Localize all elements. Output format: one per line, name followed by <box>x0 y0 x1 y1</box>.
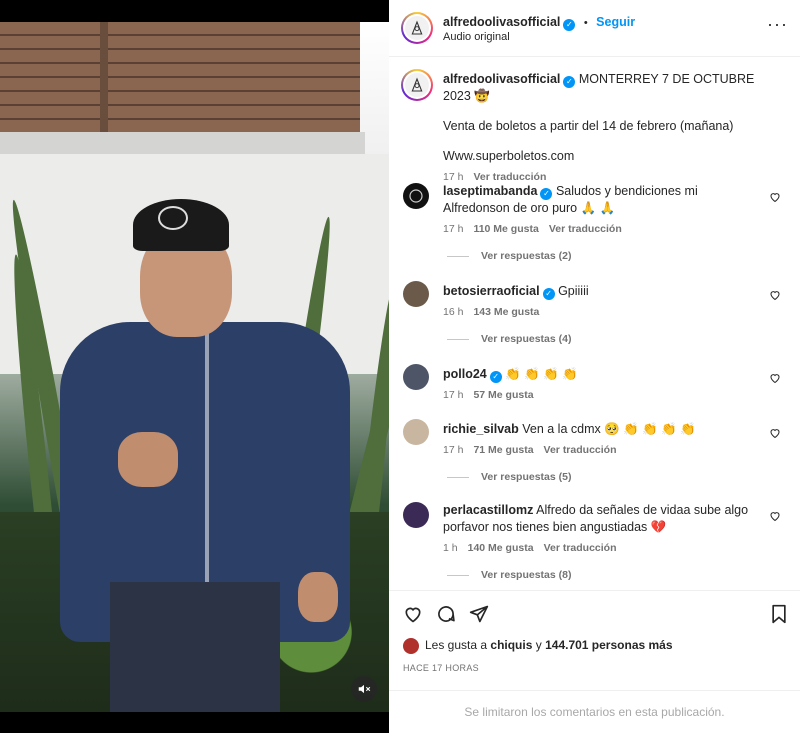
comment-username[interactable]: betosierraoficial <box>443 284 540 298</box>
comment-username[interactable]: richie_silvab <box>443 422 519 436</box>
comment-likes[interactable]: 143 Me gusta <box>473 306 539 318</box>
share-paper-plane-icon[interactable] <box>469 604 489 624</box>
verified-badge-icon: ✓ <box>489 371 502 383</box>
follow-button[interactable]: Seguir <box>596 15 635 29</box>
commenter-avatar[interactable] <box>403 502 429 528</box>
more-options-icon[interactable]: ··· <box>767 14 788 35</box>
post-actions: Les gusta a chiquis y 144.701 personas m… <box>389 590 800 690</box>
comment-likes[interactable]: 140 Me gusta <box>468 542 534 554</box>
commenter-avatar[interactable] <box>403 183 429 209</box>
comment-username[interactable]: pollo24 <box>443 367 487 381</box>
wooden-shutter <box>0 22 360 132</box>
view-replies-button[interactable]: Ver respuestas (2) <box>447 250 571 262</box>
post-side-panel: alfredoolivasofficial ✓ • Seguir Audio or… <box>389 0 800 733</box>
author-username[interactable]: alfredoolivasofficial <box>443 15 560 29</box>
audio-label[interactable]: Audio original <box>443 31 510 43</box>
comment-likes[interactable]: 71 Me gusta <box>473 444 533 456</box>
commenter-avatar[interactable] <box>403 364 429 390</box>
translate-link[interactable]: Ver traducción <box>544 542 617 554</box>
muted-speaker-icon[interactable] <box>351 676 377 702</box>
comments-list[interactable]: alfredoolivasofficial ✓ MONTERREY 7 DE OC… <box>389 57 800 590</box>
video-frame <box>0 22 389 712</box>
liker-avatar <box>403 637 419 654</box>
like-heart-icon[interactable] <box>769 427 781 439</box>
post-video[interactable] <box>0 0 389 733</box>
verified-badge-icon: ✓ <box>563 76 576 88</box>
caption-time: 17 h <box>443 171 464 183</box>
post-header: alfredoolivasofficial ✓ • Seguir Audio or… <box>389 0 800 57</box>
translate-link[interactable]: Ver traducción <box>544 444 617 456</box>
comment-text: 👏 👏 👏 👏 <box>505 367 578 381</box>
like-heart-icon[interactable] <box>769 191 781 203</box>
translate-link[interactable]: Ver traducción <box>473 171 546 183</box>
caption-link: Www.superboletos.com <box>443 149 575 163</box>
verified-badge-icon: ✓ <box>540 188 553 200</box>
like-heart-icon[interactable] <box>769 372 781 384</box>
liker-username[interactable]: chiquis <box>490 638 532 652</box>
author-avatar[interactable] <box>401 12 433 44</box>
like-heart-icon[interactable] <box>769 510 781 522</box>
likes-count[interactable]: 144.701 personas más <box>545 638 672 652</box>
post-timestamp: HACE 17 HORAS <box>403 663 479 673</box>
save-bookmark-icon[interactable] <box>770 604 788 624</box>
comment-username[interactable]: laseptimabanda <box>443 184 537 198</box>
comments-limited-notice: Se limitaron los comentarios en esta pub… <box>389 690 800 733</box>
caption-username[interactable]: alfredoolivasofficial <box>443 72 560 86</box>
view-replies-button[interactable]: Ver respuestas (8) <box>447 569 571 581</box>
commenter-avatar[interactable] <box>403 281 429 307</box>
commenter-avatar[interactable] <box>403 419 429 445</box>
verified-badge-icon: ✓ <box>563 19 576 31</box>
caption-line1: Venta de boletos a partir del 14 de febr… <box>443 119 734 133</box>
view-replies-button[interactable]: Ver respuestas (5) <box>447 471 571 483</box>
likes-summary[interactable]: Les gusta a chiquis y 144.701 personas m… <box>403 637 673 654</box>
like-heart-icon[interactable] <box>403 604 423 624</box>
like-heart-icon[interactable] <box>769 289 781 301</box>
comment-username[interactable]: perlacastillomz <box>443 503 533 517</box>
comment-bubble-icon[interactable] <box>436 604 456 624</box>
view-replies-button[interactable]: Ver respuestas (4) <box>447 333 571 345</box>
comment-text: Ven a la cdmx 🥺 👏 👏 👏 👏 <box>522 422 696 436</box>
translate-link[interactable]: Ver traducción <box>549 223 622 235</box>
comment-likes[interactable]: 57 Me gusta <box>473 389 533 401</box>
comment-likes[interactable]: 110 Me gusta <box>473 223 538 235</box>
comment-text: Gpiiiii <box>558 284 589 298</box>
verified-badge-icon: ✓ <box>542 288 555 300</box>
author-avatar[interactable] <box>401 69 433 101</box>
